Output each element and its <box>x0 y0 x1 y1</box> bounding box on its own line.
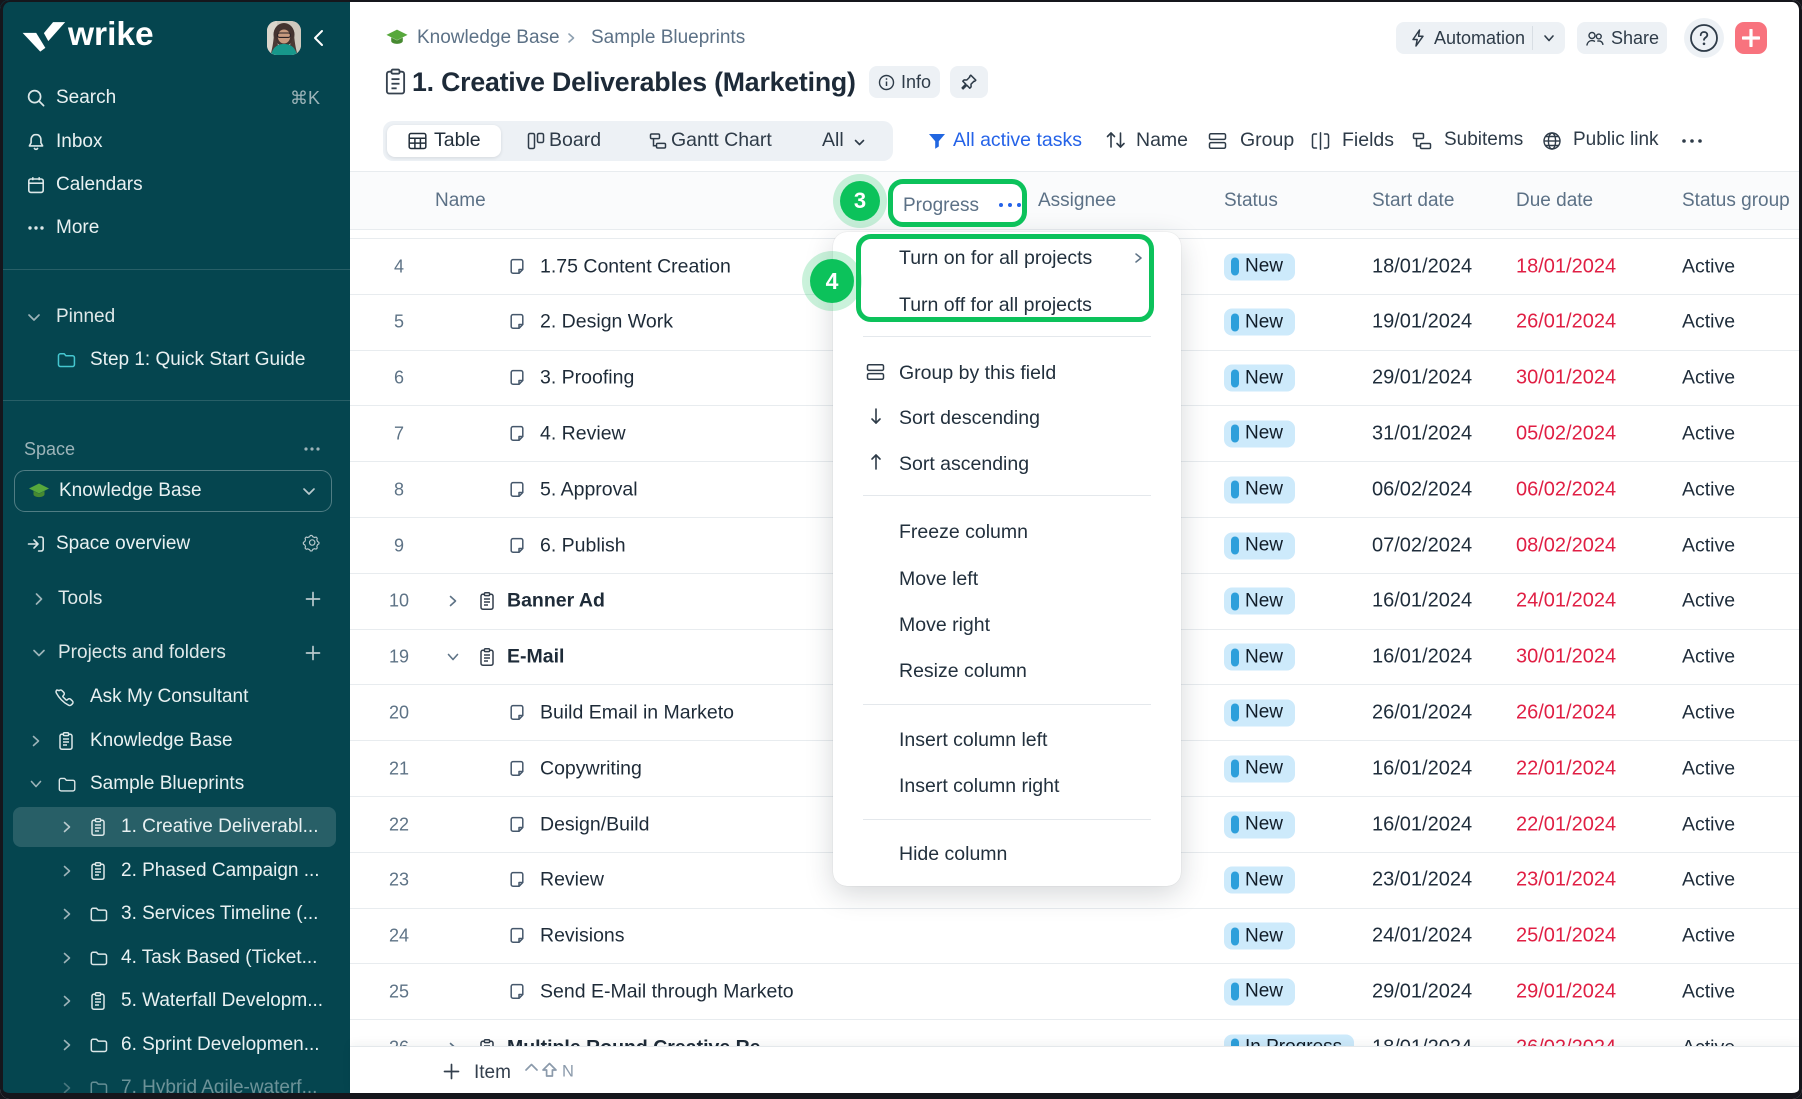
svg-text:N: N <box>562 1063 574 1081</box>
